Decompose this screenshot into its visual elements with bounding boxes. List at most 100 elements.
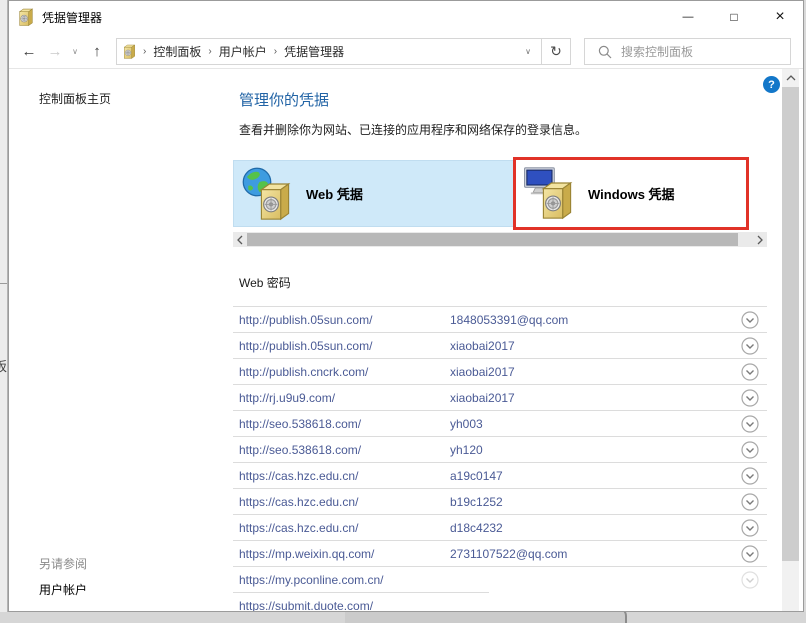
credential-username: a19c0147 — [450, 468, 503, 483]
credential-row: http://publish.cncrk.com/ xiaobai2017 — [233, 359, 767, 385]
expand-button[interactable] — [741, 441, 767, 459]
close-button[interactable]: × — [757, 1, 803, 32]
chevron-down-icon — [741, 311, 759, 329]
background-window-strip: 板 — [0, 0, 8, 623]
scroll-right-icon[interactable] — [753, 232, 767, 247]
credential-url: http://seo.538618.com/ — [239, 416, 362, 431]
tab-windows-credentials[interactable]: Windows 凭据 — [513, 157, 749, 230]
desktop: { "window": { "title": "凭据管理器" }, "icons… — [0, 0, 806, 623]
horizontal-scrollbar[interactable] — [233, 232, 767, 247]
credential-username: xiaobai2017 — [450, 390, 515, 405]
forward-button[interactable]: → — [43, 33, 67, 69]
credential-username: 2731107522@qq.com — [450, 546, 568, 561]
chevron-down-icon — [741, 389, 759, 407]
expand-button[interactable] — [741, 389, 767, 407]
credential-url: https://cas.hzc.edu.cn/ — [239, 520, 359, 535]
safe-icon — [258, 181, 292, 221]
titlebar[interactable]: 凭据管理器 — □ × — [9, 1, 803, 33]
chevron-down-icon — [741, 337, 759, 355]
credential-username: xiaobai2017 — [450, 364, 515, 379]
credential-url: http://rj.u9u9.com/ — [239, 390, 336, 405]
credential-username: yh120 — [450, 442, 483, 457]
breadcrumb-user-accounts[interactable]: 用户帐户 — [219, 43, 267, 60]
page-title: 管理你的凭据 — [239, 92, 330, 109]
background-partial-text: 板 — [0, 356, 7, 375]
main-panel: 管理你的凭据 查看并删除你为网站、已连接的应用程序和网络保存的登录信息。 Web… — [233, 69, 767, 612]
help-icon[interactable]: ? — [763, 76, 780, 93]
chevron-down-icon — [741, 519, 759, 537]
page-description: 查看并删除你为网站、已连接的应用程序和网络保存的登录信息。 — [239, 123, 588, 137]
credential-row: http://seo.538618.com/ yh003 — [233, 411, 767, 437]
expand-button[interactable] — [741, 571, 767, 589]
credential-url: http://publish.05sun.com/ — [239, 338, 373, 353]
chevron-down-icon — [741, 467, 759, 485]
expand-button[interactable] — [741, 467, 767, 485]
chevron-down-icon — [741, 363, 759, 381]
minimize-button[interactable]: — — [665, 1, 711, 32]
chevron-down-icon — [741, 493, 759, 511]
credential-username: d18c4232 — [450, 520, 503, 535]
credential-url: https://mp.weixin.qq.com/ — [239, 546, 375, 561]
credential-url: https://my.pconline.com.cn/ — [239, 573, 384, 587]
scroll-up-icon[interactable] — [782, 69, 799, 86]
horizontal-scrollbar-thumb[interactable] — [247, 233, 738, 246]
expand-button[interactable] — [741, 337, 767, 355]
credential-url: https://submit.duote.com/ — [239, 598, 374, 612]
vertical-scrollbar[interactable] — [782, 69, 799, 611]
breadcrumb-safe-icon — [124, 44, 135, 59]
expand-button[interactable] — [741, 311, 767, 329]
maximize-button[interactable]: □ — [711, 1, 757, 32]
window-controls: — □ × — [665, 1, 803, 32]
background-divider — [0, 283, 7, 284]
credential-row: https://cas.hzc.edu.cn/ d18c4232 — [233, 515, 767, 541]
search-input[interactable] — [621, 44, 790, 59]
web-credentials-icon — [242, 165, 296, 223]
sidebar-item-user-accounts[interactable]: 用户帐户 — [39, 581, 87, 598]
credential-row: https://my.pconline.com.cn/ — [233, 567, 767, 593]
expand-button[interactable] — [741, 519, 767, 537]
credential-username: yh003 — [450, 416, 483, 431]
breadcrumb-separator-icon: › — [208, 46, 212, 57]
credential-url: http://publish.05sun.com/ — [239, 312, 373, 327]
tab-web-credentials[interactable]: Web 凭据 — [233, 160, 515, 227]
vertical-scrollbar-thumb[interactable] — [782, 87, 799, 561]
breadcrumb-credential-manager[interactable]: 凭据管理器 — [284, 43, 344, 60]
credential-row: http://rj.u9u9.com/ xiaobai2017 — [233, 385, 767, 411]
breadcrumb-separator-icon: › — [273, 46, 278, 57]
breadcrumb-control-panel[interactable]: 控制面板 — [153, 43, 201, 60]
credential-list: http://publish.05sun.com/ 1848053391@qq.… — [233, 306, 767, 612]
sidebar-see-also-label: 另请参阅 — [39, 557, 88, 571]
search-box[interactable] — [584, 38, 791, 65]
credential-manager-window: 凭据管理器 — □ × ← → ∨ ↑ › 控制面板 › 用户帐户 › 凭据管理… — [8, 0, 804, 612]
breadcrumb-separator-icon: › — [143, 46, 147, 57]
up-button[interactable]: ↑ — [85, 33, 109, 69]
credential-row: https://cas.hzc.edu.cn/ b19c1252 — [233, 489, 767, 515]
expand-button[interactable] — [741, 493, 767, 511]
app-safe-icon — [19, 8, 33, 26]
expand-button[interactable] — [741, 415, 767, 433]
credential-username: xiaobai2017 — [450, 338, 515, 353]
section-header-web-passwords: Web 密码 — [239, 276, 291, 290]
sidebar-item-control-panel-home[interactable]: 控制面板主页 — [39, 90, 111, 107]
credential-row: https://submit.duote.com/ — [233, 593, 767, 612]
address-dropdown-icon[interactable]: ∨ — [515, 47, 541, 56]
chevron-down-icon — [741, 545, 759, 563]
credential-url: https://cas.hzc.edu.cn/ — [239, 494, 359, 509]
windows-credentials-icon — [524, 165, 578, 223]
back-button[interactable]: ← — [17, 33, 41, 69]
scroll-left-icon[interactable] — [233, 232, 247, 247]
window-title: 凭据管理器 — [42, 10, 103, 25]
credential-row: https://cas.hzc.edu.cn/ a19c0147 — [233, 463, 767, 489]
credential-username: 1848053391@qq.com — [450, 312, 569, 327]
windows-credentials-label: Windows 凭据 — [588, 187, 675, 202]
credential-url: http://seo.538618.com/ — [239, 442, 362, 457]
expand-button[interactable] — [741, 363, 767, 381]
credential-url: http://publish.cncrk.com/ — [239, 364, 369, 379]
address-bar[interactable]: › 控制面板 › 用户帐户 › 凭据管理器 ∨ — [116, 38, 542, 65]
credential-row: http://seo.538618.com/ yh120 — [233, 437, 767, 463]
search-icon — [598, 45, 612, 59]
refresh-button[interactable]: ↻ — [541, 38, 571, 65]
credential-username: b19c1252 — [450, 494, 503, 509]
expand-button[interactable] — [741, 545, 767, 563]
recent-pages-dropdown[interactable]: ∨ — [67, 33, 83, 69]
